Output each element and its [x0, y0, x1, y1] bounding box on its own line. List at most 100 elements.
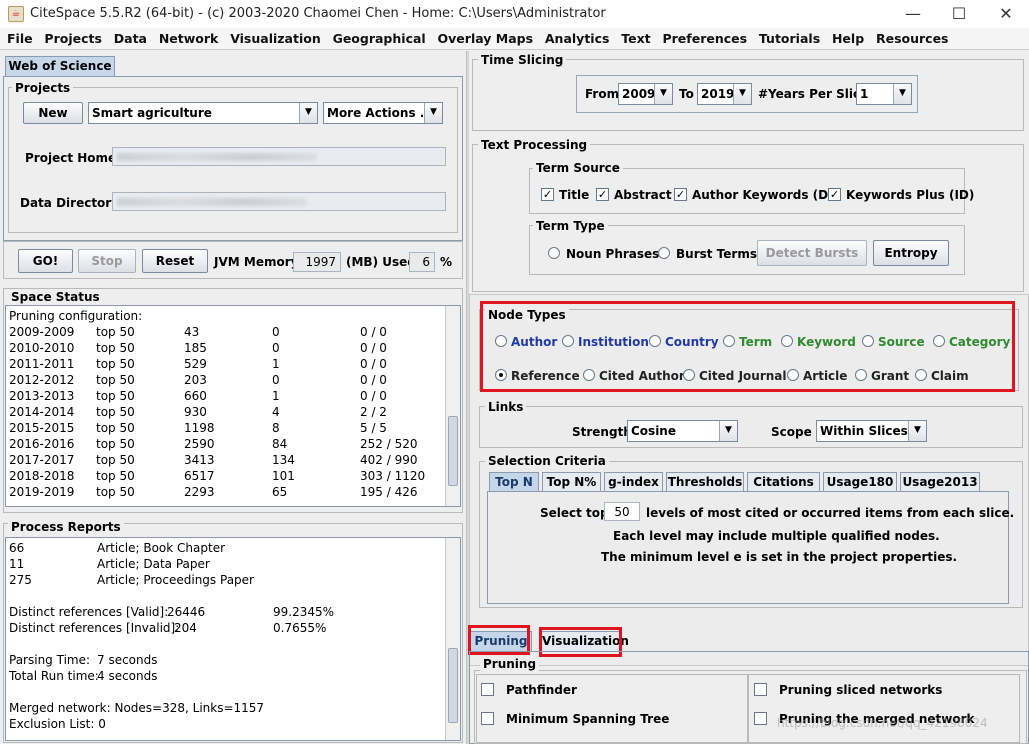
scope-select[interactable]: Within Slices ▼ — [816, 420, 927, 442]
space-status-cell: 43 — [184, 325, 200, 339]
space-status-row: 2014-2014 top 50 930 4 2 / 2 — [6, 404, 446, 420]
process-reports-scrollbar[interactable] — [445, 538, 460, 740]
space-status-cell: 2011-2011 — [9, 357, 75, 371]
pruning-sliced-checkbox[interactable] — [754, 683, 767, 696]
project-select[interactable]: Smart agriculture ▼ — [88, 102, 318, 124]
invalid-pct: 0.7655% — [273, 621, 327, 635]
pathfinder-checkbox[interactable] — [481, 683, 494, 696]
menu-data[interactable]: Data — [110, 28, 151, 50]
pathfinder-label: Pathfinder — [506, 683, 577, 697]
scroll-thumb[interactable] — [448, 648, 458, 723]
pruning-merged-checkbox[interactable] — [754, 712, 767, 725]
space-status-cell: 252 / 520 — [360, 437, 418, 451]
title-checkbox[interactable]: ✓ — [541, 188, 554, 201]
to-year-select[interactable]: 2019 ▼ — [697, 83, 752, 105]
invalid-count: 204 — [174, 621, 197, 635]
tab-g-index[interactable]: g-index — [604, 472, 663, 492]
menu-resources[interactable]: Resources — [872, 28, 953, 50]
entropy-button[interactable]: Entropy — [873, 240, 949, 266]
menu-network[interactable]: Network — [155, 28, 223, 50]
menu-geographical[interactable]: Geographical — [329, 28, 430, 50]
tab-usage180[interactable]: Usage180 — [823, 472, 897, 492]
menu-bar: File Projects Data Network Visualization… — [0, 28, 1029, 50]
doc-type: Article; Data Paper — [97, 557, 210, 571]
from-year-select[interactable]: 2009 ▼ — [618, 83, 673, 105]
menu-visualization[interactable]: Visualization — [226, 28, 325, 50]
menu-analytics[interactable]: Analytics — [541, 28, 614, 50]
parsing-label: Parsing Time: — [9, 653, 91, 667]
total-value: 4 seconds — [97, 669, 158, 683]
data-directory-field[interactable] — [112, 192, 446, 211]
scroll-thumb[interactable] — [448, 416, 458, 486]
strength-select[interactable]: Cosine ▼ — [627, 420, 738, 442]
space-status-cell: 203 — [184, 373, 207, 387]
time-slicing-legend: Time Slicing — [478, 53, 567, 67]
project-home-field[interactable] — [112, 147, 446, 166]
process-reports-legend: Process Reports — [8, 520, 124, 534]
new-project-button[interactable]: New — [23, 102, 83, 124]
reset-button[interactable]: Reset — [142, 249, 208, 273]
space-status-cell: 1198 — [184, 421, 215, 435]
space-status-row: 2012-2012 top 50 203 0 0 / 0 — [6, 372, 446, 388]
author-keywords-checkbox[interactable]: ✓ — [674, 188, 687, 201]
space-status-row: 2015-2015 top 50 1198 8 5 / 5 — [6, 420, 446, 436]
menu-overlay-maps[interactable]: Overlay Maps — [434, 28, 538, 50]
valid-pct: 99.2345% — [273, 605, 335, 619]
space-status-cell: 0 / 0 — [360, 389, 387, 403]
tab-usage2013[interactable]: Usage2013 — [900, 472, 980, 492]
space-status-cell: 0 — [272, 325, 280, 339]
space-status-cell: 84 — [272, 437, 288, 451]
space-status-cell: 660 — [184, 389, 207, 403]
years-per-slice-select[interactable]: 1 ▼ — [856, 83, 912, 105]
noun-phrases-radio[interactable] — [548, 247, 560, 259]
keywords-plus-checkbox[interactable]: ✓ — [828, 188, 841, 201]
chevron-down-icon: ▼ — [424, 103, 442, 123]
maximize-button[interactable]: ☐ — [944, 4, 974, 24]
close-button[interactable]: ✕ — [991, 4, 1021, 24]
right-column: Time Slicing From 2009 ▼ To 2019 ▼ #Years … — [468, 51, 1029, 744]
burst-terms-radio[interactable] — [658, 247, 670, 259]
space-status-cell: 2012-2012 — [9, 373, 75, 387]
invalid-label: Distinct references [Invalid]: — [9, 621, 180, 635]
abstract-checkbox[interactable]: ✓ — [596, 188, 609, 201]
space-status-cell: 65 — [272, 485, 288, 499]
more-actions-select[interactable]: More Actions ... ▼ — [323, 102, 443, 124]
noun-phrases-label: Noun Phrases — [566, 247, 660, 261]
tab-top-n[interactable]: Top N — [489, 472, 539, 492]
more-actions-value: More Actions ... — [327, 106, 434, 120]
years-per-slice-value: 1 — [860, 87, 869, 101]
space-status-cell: 2014-2014 — [9, 405, 75, 419]
menu-tutorials[interactable]: Tutorials — [755, 28, 824, 50]
space-status-cell: 2017-2017 — [9, 453, 75, 467]
space-status-text[interactable]: Pruning configuration: 2009-2009 top 50 43… — [5, 305, 461, 507]
space-status-cell: 4 — [272, 405, 280, 419]
menu-help[interactable]: Help — [828, 28, 868, 50]
scope-label: Scope — [771, 425, 812, 439]
select-top-input[interactable]: 50 — [604, 502, 640, 521]
process-reports-text[interactable]: 66 Article; Book Chapter 11 Article; Data … — [5, 537, 461, 741]
minimize-button[interactable]: — — [898, 4, 928, 24]
menu-text[interactable]: Text — [617, 28, 654, 50]
tab-web-of-science[interactable]: Web of Science — [5, 56, 115, 76]
space-status-cell: 930 — [184, 405, 207, 419]
tab-top-n-[interactable]: Top N% — [542, 472, 601, 492]
menu-file[interactable]: File — [3, 28, 37, 50]
space-status-cell: 3413 — [184, 453, 215, 467]
project-select-value: Smart agriculture — [92, 106, 212, 120]
tab-citations[interactable]: Citations — [747, 472, 820, 492]
tab-thresholds[interactable]: Thresholds — [666, 472, 744, 492]
stop-button[interactable]: Stop — [78, 249, 136, 273]
window-title: CiteSpace 5.5.R2 (64-bit) - (c) 2003-202… — [30, 6, 606, 21]
space-status-legend: Space Status — [8, 290, 103, 304]
space-status-cell: 8 — [272, 421, 280, 435]
space-status-scrollbar[interactable] — [445, 306, 460, 506]
menu-projects[interactable]: Projects — [40, 28, 106, 50]
go-button[interactable]: GO! — [18, 249, 73, 273]
space-status-cell: 2013-2013 — [9, 389, 75, 403]
text-processing-legend: Text Processing — [478, 138, 591, 152]
detect-bursts-button[interactable]: Detect Bursts — [757, 240, 867, 266]
space-status-cell: 2590 — [184, 437, 215, 451]
mst-checkbox[interactable] — [481, 712, 494, 725]
menu-preferences[interactable]: Preferences — [658, 28, 751, 50]
select-top-label: Select top — [540, 506, 609, 520]
